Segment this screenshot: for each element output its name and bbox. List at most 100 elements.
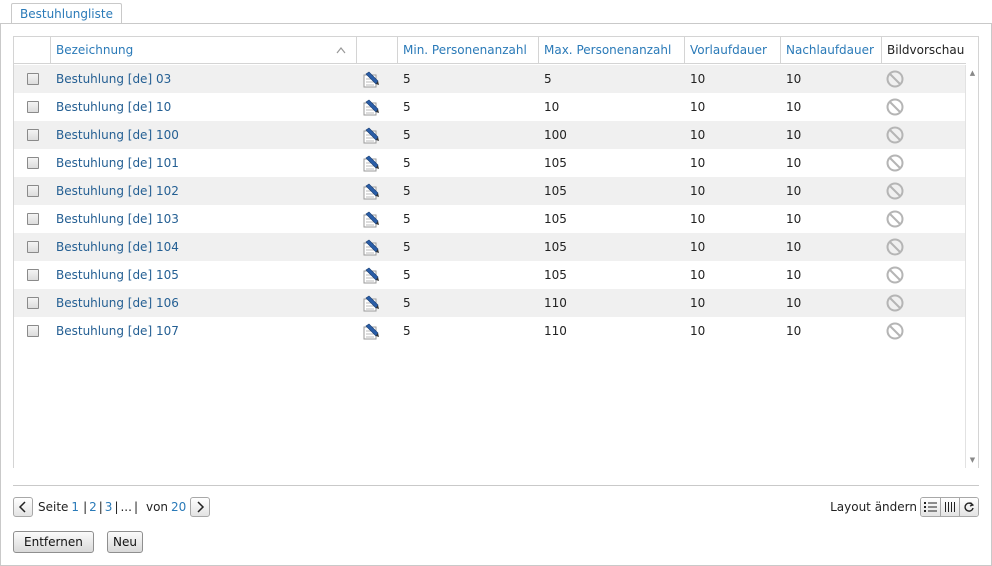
row-name-link[interactable]: Bestuhlung [de] 10 [51,93,171,121]
row-checkbox[interactable] [27,73,39,85]
row-pre: 10 [690,72,706,86]
edit-icon[interactable] [362,211,380,229]
edit-icon[interactable] [362,183,380,201]
row-min: 5 [403,72,411,86]
divider [13,485,979,486]
row-min: 5 [403,212,411,226]
header-preview: Bildvorschau [881,37,966,64]
row-checkbox[interactable] [27,297,39,309]
table-row[interactable]: Bestuhlung [de] 104 5 105 10 10 [14,233,966,261]
row-post: 10 [786,240,802,254]
prev-page-button[interactable] [13,497,33,517]
row-pre: 10 [690,100,706,114]
row-name-link[interactable]: Bestuhlung [de] 103 [51,205,179,233]
header-pre[interactable]: Vorlaufdauer [684,37,780,64]
table-row[interactable]: Bestuhlung [de] 106 5 110 10 10 [14,289,966,317]
table-row[interactable]: Bestuhlung [de] 03 5 5 10 10 [14,65,966,93]
header-select-all[interactable] [14,37,50,64]
sort-ascending-icon[interactable] [336,37,346,64]
tab-bestuhlungliste[interactable]: Bestuhlungliste [11,3,122,24]
row-post: 10 [786,296,802,310]
row-name-link[interactable]: Bestuhlung [de] 107 [51,317,179,345]
row-post: 10 [786,128,802,142]
content-panel: Bezeichnung Min. Personenanzahl Max. Per… [0,23,992,566]
list-layout-button[interactable] [921,498,940,516]
next-page-button[interactable] [190,497,211,517]
header-max[interactable]: Max. Personenanzahl [538,37,684,64]
row-pre: 10 [690,240,706,254]
row-checkbox[interactable] [27,101,39,113]
table-row[interactable]: Bestuhlung [de] 10 5 10 10 10 [14,93,966,121]
page-separator: | [98,500,103,514]
edit-icon[interactable] [362,239,380,257]
edit-icon[interactable] [362,323,380,341]
columns-layout-button[interactable] [940,498,959,516]
no-preview-icon [886,182,904,200]
vertical-scrollbar[interactable]: ▲ ▼ [965,65,978,468]
header-name[interactable]: Bezeichnung [50,37,356,64]
no-preview-icon [886,322,904,340]
row-pre: 10 [690,324,706,338]
table-row[interactable]: Bestuhlung [de] 107 5 110 10 10 [14,317,966,345]
page-link-2[interactable]: 2 [89,500,97,514]
row-max: 105 [544,240,567,254]
edit-icon[interactable] [362,127,380,145]
row-post: 10 [786,156,802,170]
refresh-layout-button[interactable] [959,498,978,516]
no-preview-icon [886,294,904,312]
row-post: 10 [786,212,802,226]
edit-icon[interactable] [362,295,380,313]
row-pre: 10 [690,128,706,142]
header-edit [356,37,397,64]
page-separator: | [133,500,138,514]
row-name-link[interactable]: Bestuhlung [de] 104 [51,233,179,261]
row-name-link[interactable]: Bestuhlung [de] 100 [51,121,179,149]
row-name-link[interactable]: Bestuhlung [de] 102 [51,177,179,205]
remove-button[interactable]: Entfernen [13,531,94,553]
edit-icon[interactable] [362,71,380,89]
row-max: 100 [544,128,567,142]
row-checkbox[interactable] [27,185,39,197]
layout-label: Layout ändern [830,500,917,514]
no-preview-icon [886,70,904,88]
row-name-link[interactable]: Bestuhlung [de] 106 [51,289,179,317]
no-preview-icon [886,154,904,172]
table-row[interactable]: Bestuhlung [de] 100 5 100 10 10 [14,121,966,149]
list-icon [924,502,937,512]
page-ellipsis[interactable]: ... [120,500,131,514]
row-checkbox[interactable] [27,213,39,225]
no-preview-icon [886,126,904,144]
table-row[interactable]: Bestuhlung [de] 102 5 105 10 10 [14,177,966,205]
row-checkbox[interactable] [27,241,39,253]
row-name-link[interactable]: Bestuhlung [de] 03 [51,65,171,93]
scroll-down-icon[interactable]: ▼ [966,454,979,466]
table-row[interactable]: Bestuhlung [de] 101 5 105 10 10 [14,149,966,177]
scroll-up-icon[interactable]: ▲ [966,67,979,79]
page-link-3[interactable]: 3 [105,500,113,514]
row-post: 10 [786,72,802,86]
header-name-label: Bezeichnung [56,43,134,57]
page-link-1[interactable]: 1 [71,500,79,514]
row-max: 110 [544,296,567,310]
header-post[interactable]: Nachlaufdauer [780,37,881,64]
row-min: 5 [403,296,411,310]
edit-icon[interactable] [362,99,380,117]
new-button[interactable]: Neu [107,531,143,553]
row-pre: 10 [690,184,706,198]
header-min[interactable]: Min. Personenanzahl [397,37,538,64]
edit-icon[interactable] [362,267,380,285]
row-checkbox[interactable] [27,129,39,141]
page-separator: | [114,500,119,514]
row-checkbox[interactable] [27,269,39,281]
row-name-link[interactable]: Bestuhlung [de] 105 [51,261,179,289]
table-row[interactable]: Bestuhlung [de] 105 5 105 10 10 [14,261,966,289]
row-name-link[interactable]: Bestuhlung [de] 101 [51,149,179,177]
data-grid: Bezeichnung Min. Personenanzahl Max. Per… [13,36,979,468]
edit-icon[interactable] [362,155,380,173]
refresh-icon [964,502,975,512]
row-checkbox[interactable] [27,157,39,169]
table-row[interactable]: Bestuhlung [de] 103 5 105 10 10 [14,205,966,233]
page-total[interactable]: 20 [171,500,186,514]
row-checkbox[interactable] [27,325,39,337]
no-preview-icon [886,266,904,284]
